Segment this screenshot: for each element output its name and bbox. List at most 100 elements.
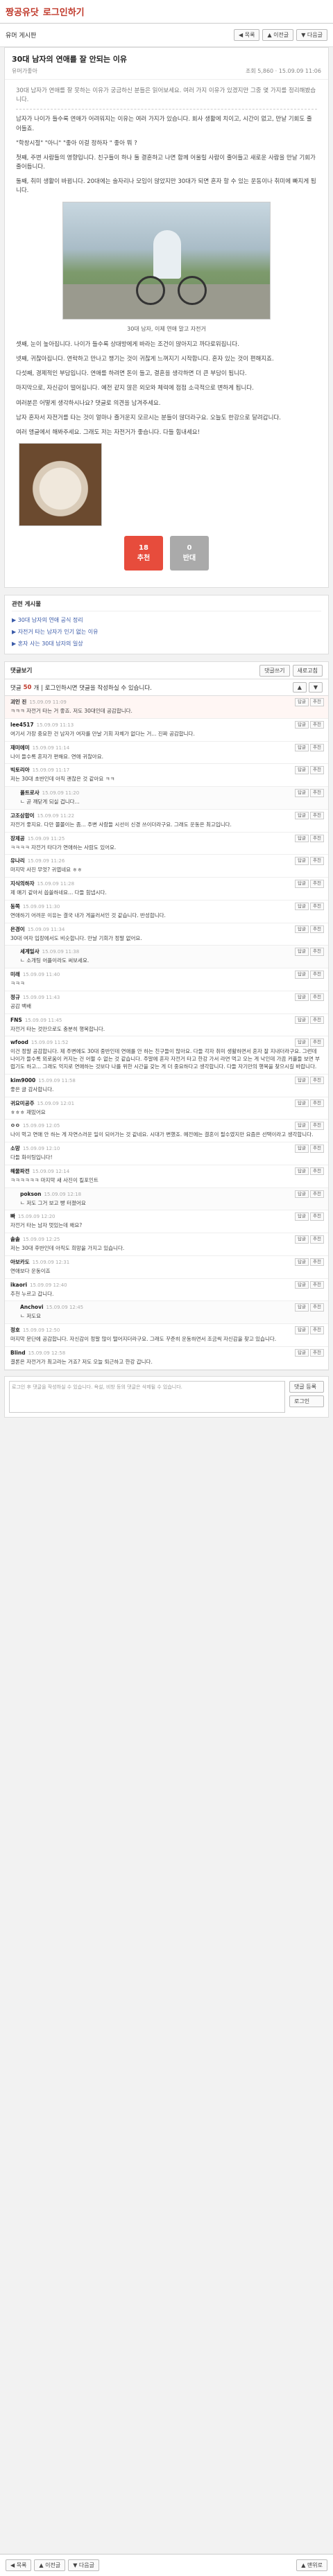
comment-nick[interactable]: 빅토리아 [10, 767, 30, 773]
comment-nick[interactable]: 귀요미공주 [10, 1100, 35, 1106]
submit-comment-button[interactable]: 댓글 등록 [289, 1380, 324, 1393]
comment-like-button[interactable]: 추천 [310, 789, 324, 797]
login-link[interactable]: 로그인하기 [43, 5, 85, 18]
comment-reply-button[interactable]: 답글 [295, 1099, 309, 1108]
comment-like-button[interactable]: 추천 [310, 1348, 324, 1357]
upvote-button[interactable]: 18 추천 [124, 536, 163, 571]
comment-like-button[interactable]: 추천 [310, 720, 324, 729]
chevron-down-icon[interactable]: ▼ [308, 682, 323, 693]
comment-nick[interactable]: wfood [10, 1039, 28, 1045]
comment-reply-button[interactable]: 답글 [295, 1167, 309, 1176]
write-comment-button[interactable]: 댓글쓰기 [259, 664, 290, 677]
comment-like-button[interactable]: 추천 [310, 971, 324, 979]
comment-like-button[interactable]: 추천 [310, 857, 324, 865]
related-item[interactable]: ▶ 30대 남자의 연애 공식 정리 [12, 614, 321, 626]
comment-reply-button[interactable]: 답글 [295, 834, 309, 843]
comment-reply-button[interactable]: 답글 [295, 1145, 309, 1153]
comment-textarea[interactable]: 로그인 후 댓글을 작성하실 수 있습니다. 욕설, 비방 등의 댓글은 삭제될… [9, 1380, 285, 1413]
downvote-button[interactable]: 0 반대 [170, 536, 209, 571]
comment-like-button[interactable]: 추천 [310, 1167, 324, 1176]
comment-reply-button[interactable]: 답글 [295, 857, 309, 865]
comment-nick[interactable]: 소망 [10, 1145, 20, 1151]
bottom-next-button[interactable]: ▼ 다음글 [68, 2559, 99, 2571]
comment-like-button[interactable]: 추천 [310, 1303, 324, 1312]
comment-like-button[interactable]: 추천 [310, 834, 324, 843]
comment-like-button[interactable]: 추천 [310, 1076, 324, 1085]
comment-nick[interactable]: 은경이 [10, 926, 25, 932]
comment-nick[interactable]: 장제공 [10, 835, 25, 842]
comment-nick[interactable]: lee4517 [10, 722, 34, 728]
comment-nick[interactable]: ikaori [10, 1282, 27, 1288]
comment-nick[interactable]: 고조삼합이 [10, 812, 35, 819]
comment-like-button[interactable]: 추천 [310, 1190, 324, 1199]
refresh-button[interactable]: 새로고침 [292, 664, 323, 677]
comment-nick[interactable]: Anchovi [20, 1304, 44, 1310]
comment-nick[interactable]: 재미에미 [10, 745, 30, 751]
comment-like-button[interactable]: 추천 [310, 1099, 324, 1108]
comment-nick[interactable]: 동쪽 [10, 903, 20, 910]
comment-nick[interactable]: 정호 [10, 1327, 20, 1333]
comment-like-button[interactable]: 추천 [310, 902, 324, 911]
comment-nick[interactable]: Blind [10, 1350, 26, 1356]
comment-reply-button[interactable]: 답글 [295, 1122, 309, 1130]
comment-nick[interactable]: 해물파전 [10, 1168, 30, 1174]
comment-reply-button[interactable]: 답글 [295, 766, 309, 774]
comment-like-button[interactable]: 추천 [310, 766, 324, 774]
brand-logo[interactable]: 짱공유닷 [6, 5, 39, 18]
comment-reply-button[interactable]: 답글 [295, 789, 309, 797]
comment-reply-button[interactable]: 답글 [295, 1348, 309, 1357]
comment-like-button[interactable]: 추천 [310, 1016, 324, 1025]
scroll-top-button[interactable]: ▲ 맨위로 [296, 2559, 327, 2571]
comment-nick[interactable]: 빠 [10, 1213, 15, 1219]
comment-like-button[interactable]: 추천 [310, 925, 324, 934]
comment-like-button[interactable]: 추천 [310, 1257, 324, 1267]
login-button[interactable]: 로그인 [289, 1395, 324, 1407]
list-button[interactable]: ◀ 목록 [234, 29, 260, 41]
post-author[interactable]: 유머가좋아 [12, 67, 37, 75]
board-title[interactable]: 유머 게시판 [6, 31, 36, 40]
comment-nick[interactable]: 솔솔 [10, 1236, 20, 1242]
comment-reply-button[interactable]: 답글 [295, 925, 309, 934]
comment-reply-button[interactable]: 답글 [295, 720, 309, 729]
comment-reply-button[interactable]: 답글 [295, 971, 309, 979]
comment-nick[interactable]: 폴트로사 [20, 790, 40, 796]
comment-reply-button[interactable]: 답글 [295, 1280, 309, 1289]
comment-reply-button[interactable]: 답글 [295, 698, 309, 706]
comment-reply-button[interactable]: 답글 [295, 902, 309, 911]
comment-like-button[interactable]: 추천 [310, 1235, 324, 1244]
bottom-list-button[interactable]: ◀ 목록 [6, 2559, 32, 2571]
comment-nick[interactable]: 괴인 진 [10, 699, 26, 705]
comment-reply-button[interactable]: 답글 [295, 1190, 309, 1199]
chevron-up-icon[interactable]: ▲ [292, 682, 307, 693]
comment-like-button[interactable]: 추천 [310, 993, 324, 1002]
comment-like-button[interactable]: 추천 [310, 1122, 324, 1130]
comment-like-button[interactable]: 추천 [310, 1212, 324, 1221]
comment-like-button[interactable]: 추천 [310, 811, 324, 820]
comment-like-button[interactable]: 추천 [310, 1038, 324, 1047]
comment-reply-button[interactable]: 답글 [295, 1076, 309, 1085]
comment-reply-button[interactable]: 답글 [295, 993, 309, 1002]
comment-like-button[interactable]: 추천 [310, 880, 324, 888]
prev-button[interactable]: ▲ 이전글 [262, 29, 294, 41]
next-button[interactable]: ▼ 다음글 [296, 29, 327, 41]
comment-nick[interactable]: 세계일사 [20, 948, 40, 955]
comment-reply-button[interactable]: 답글 [295, 1326, 309, 1334]
comment-reply-button[interactable]: 답글 [295, 743, 309, 752]
comment-nick[interactable]: kim9000 [10, 1077, 35, 1084]
comment-nick[interactable]: 정규 [10, 994, 20, 1000]
bottom-prev-button[interactable]: ▲ 이전글 [34, 2559, 66, 2571]
comment-nick[interactable]: 유나리 [10, 858, 25, 864]
comment-like-button[interactable]: 추천 [310, 948, 324, 956]
comment-reply-button[interactable]: 답글 [295, 1016, 309, 1025]
comment-nick[interactable]: FNS [10, 1017, 22, 1023]
comment-reply-button[interactable]: 답글 [295, 880, 309, 888]
comment-like-button[interactable]: 추천 [310, 1326, 324, 1334]
comment-reply-button[interactable]: 답글 [295, 1303, 309, 1312]
comment-reply-button[interactable]: 답글 [295, 1212, 309, 1221]
comment-like-button[interactable]: 추천 [310, 743, 324, 752]
comment-nick[interactable]: pokson [20, 1191, 41, 1197]
comment-reply-button[interactable]: 답글 [295, 1257, 309, 1267]
comment-like-button[interactable]: 추천 [310, 1145, 324, 1153]
comment-nick[interactable]: 미래 [10, 971, 20, 977]
comment-nick[interactable]: ㅇㅇ [10, 1122, 20, 1129]
